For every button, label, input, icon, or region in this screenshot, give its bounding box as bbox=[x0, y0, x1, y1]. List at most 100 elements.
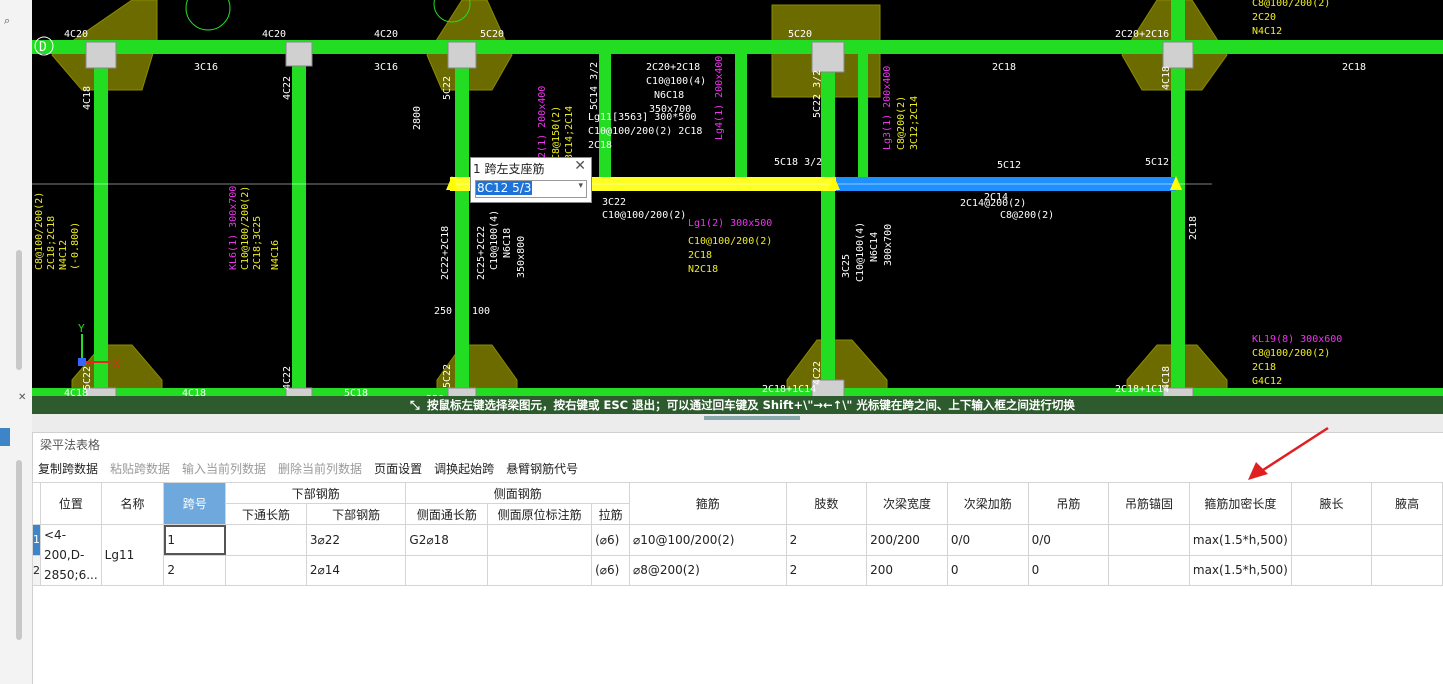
cad-label: C10@100/200(2) bbox=[688, 236, 772, 247]
hanger-anchor-cell[interactable] bbox=[1108, 524, 1190, 556]
bottom-through-cell[interactable] bbox=[225, 554, 307, 586]
header-haunch-length[interactable]: 腋长 bbox=[1290, 482, 1373, 525]
paste-span-button[interactable]: 粘贴跨数据 bbox=[110, 460, 170, 478]
header-haunch-height[interactable]: 腋高 bbox=[1371, 482, 1443, 525]
input-column-button[interactable]: 输入当前列数据 bbox=[182, 460, 266, 478]
chevron-down-icon[interactable]: ▾ bbox=[578, 181, 583, 191]
copy-span-button[interactable]: 复制跨数据 bbox=[38, 460, 98, 478]
page-setup-button[interactable]: 页面设置 bbox=[374, 460, 422, 478]
panel-splitter[interactable] bbox=[32, 414, 1443, 433]
cantilever-code-button[interactable]: 悬臂钢筋代号 bbox=[506, 460, 578, 478]
search-icon[interactable]: ⌕ bbox=[4, 14, 10, 28]
cad-label: 4C22 bbox=[282, 366, 293, 390]
cad-label: C10@100/200(2) bbox=[602, 210, 686, 221]
hanger-anchor-cell[interactable] bbox=[1108, 554, 1190, 586]
close-icon[interactable]: ✕ bbox=[18, 392, 26, 403]
bottom-cell[interactable]: 2⌀14 bbox=[305, 554, 407, 586]
side-through-cell[interactable] bbox=[405, 554, 489, 586]
tie-cell[interactable]: (⌀6) bbox=[591, 524, 631, 556]
side-original-cell[interactable] bbox=[487, 524, 593, 556]
close-icon[interactable]: ✕ bbox=[574, 158, 586, 174]
header-span[interactable]: 跨号 bbox=[163, 482, 227, 525]
legs-cell[interactable]: 2 bbox=[785, 524, 868, 556]
swap-start-span-button[interactable]: 调换起始跨 bbox=[434, 460, 494, 478]
cad-label: 5C20 bbox=[788, 29, 812, 40]
table-row[interactable]: 1 <4-200,D-2850;6... Lg11 1 3⌀22 G2⌀18 (… bbox=[32, 524, 1443, 586]
bottom-cell[interactable]: 3⌀22 bbox=[305, 524, 407, 556]
beam-column-7 bbox=[858, 40, 868, 190]
panel-title: 梁平法表格 bbox=[40, 438, 101, 452]
header-bottom[interactable]: 下部钢筋 bbox=[305, 503, 407, 525]
cad-drawing-canvas[interactable]: D C 4C20 4C20 4C20 5C20 5C20 2C20+2C16 3… bbox=[32, 0, 1443, 414]
tie-cell[interactable]: (⌀6) bbox=[591, 554, 631, 586]
header-legs[interactable]: 肢数 bbox=[785, 482, 868, 525]
secondary-width-cell[interactable]: 200/200 bbox=[866, 524, 948, 556]
dense-length-cell[interactable]: max(1.5*h,500) bbox=[1188, 554, 1292, 586]
dense-length-cell[interactable]: max(1.5*h,500) bbox=[1188, 524, 1292, 556]
cad-label: G4C12 bbox=[1252, 376, 1282, 387]
bottom-through-cell[interactable] bbox=[225, 524, 307, 556]
header-secondary-add[interactable]: 次梁加筋 bbox=[946, 482, 1029, 525]
header-bottom-through[interactable]: 下通长筋 bbox=[225, 503, 307, 525]
header-tie[interactable]: 拉筋 bbox=[591, 503, 631, 525]
side-scrollbar-lower[interactable] bbox=[16, 460, 22, 640]
cad-label: N4C16 bbox=[270, 240, 281, 270]
header-dense-length[interactable]: 箍筋加密长度 bbox=[1188, 482, 1292, 525]
haunch-length-cell[interactable] bbox=[1290, 554, 1373, 586]
side-through-cell[interactable]: G2⌀18 bbox=[405, 524, 489, 556]
cad-label: KL19(8) 300x600 bbox=[1252, 334, 1342, 345]
cad-label: Lg3(1) 200x400 bbox=[882, 66, 893, 150]
cad-label: 2C18 bbox=[588, 140, 612, 151]
span-cell[interactable]: 2 bbox=[163, 554, 227, 586]
cad-label: 300x700 bbox=[883, 224, 894, 266]
position-cell[interactable]: <4-200,D-2850;6... bbox=[40, 524, 102, 586]
side-scrollbar[interactable] bbox=[16, 250, 22, 370]
hanger-cell[interactable]: 0/0 bbox=[1027, 524, 1110, 556]
haunch-length-cell[interactable] bbox=[1290, 524, 1373, 556]
cad-label: 5C12 bbox=[1145, 157, 1169, 168]
side-original-cell[interactable] bbox=[487, 554, 593, 586]
cad-label: C8@150(2) bbox=[551, 106, 562, 160]
hanger-cell[interactable]: 0 bbox=[1027, 554, 1110, 586]
secondary-width-cell[interactable]: 200 bbox=[866, 554, 948, 586]
cad-label: 2C18 bbox=[1252, 362, 1276, 373]
cad-label: 2C20+2C16 bbox=[1115, 29, 1169, 40]
header-stirrup[interactable]: 箍筋 bbox=[629, 482, 787, 525]
cad-label: 3C16 bbox=[374, 62, 398, 73]
name-cell[interactable]: Lg11 bbox=[100, 524, 165, 586]
header-side-through[interactable]: 侧面通长筋 bbox=[405, 503, 489, 525]
beam-column-3 bbox=[455, 40, 469, 414]
header-side-original[interactable]: 侧面原位标注筋 bbox=[487, 503, 593, 525]
header-hanger-anchor[interactable]: 吊筋锚固 bbox=[1108, 482, 1190, 525]
row-number[interactable]: 1 bbox=[32, 524, 41, 556]
cad-label: C8@100/200(2) bbox=[1252, 348, 1330, 359]
cad-label: 2C18 bbox=[1188, 216, 1199, 240]
cad-label: N6C14 bbox=[869, 232, 880, 262]
beam-axis-c bbox=[32, 388, 1443, 396]
legs-cell[interactable]: 2 bbox=[785, 554, 868, 586]
cad-label: 4C20 bbox=[374, 29, 398, 40]
cad-label: C8@200(2) bbox=[896, 96, 907, 150]
span-cell[interactable]: 1 bbox=[163, 524, 227, 556]
secondary-add-cell[interactable]: 0/0 bbox=[946, 524, 1029, 556]
header-name[interactable]: 名称 bbox=[100, 482, 165, 525]
secondary-add-cell[interactable]: 0 bbox=[946, 554, 1029, 586]
cad-label: 2C18;3C25 bbox=[252, 216, 263, 270]
cad-label: Lg11[3563] 300*500 bbox=[588, 112, 696, 123]
stirrup-cell[interactable]: ⌀10@100/200(2) bbox=[629, 524, 787, 556]
delete-column-button[interactable]: 删除当前列数据 bbox=[278, 460, 362, 478]
row-number[interactable]: 2 bbox=[32, 554, 41, 586]
haunch-height-cell[interactable] bbox=[1371, 524, 1443, 556]
header-position[interactable]: 位置 bbox=[40, 482, 102, 525]
haunch-height-cell[interactable] bbox=[1371, 554, 1443, 586]
header-side-rebar-group: 侧面钢筋 bbox=[405, 482, 631, 504]
cad-label: 2C22+2C18 bbox=[440, 226, 451, 280]
stirrup-cell[interactable]: ⌀8@200(2) bbox=[629, 554, 787, 586]
rebar-value-input[interactable]: 8C12 5/3 ▾ bbox=[475, 180, 587, 198]
table-row[interactable]: 2 2 2⌀14 (⌀6) ⌀8@200(2) 2 200 0 0 max(1.… bbox=[32, 554, 1443, 586]
header-secondary-width[interactable]: 次梁宽度 bbox=[866, 482, 948, 525]
splitter-grip[interactable] bbox=[704, 416, 800, 420]
cad-label: 5C20 bbox=[480, 29, 504, 40]
beam-column-5 bbox=[735, 40, 747, 190]
header-hanger[interactable]: 吊筋 bbox=[1027, 482, 1110, 525]
